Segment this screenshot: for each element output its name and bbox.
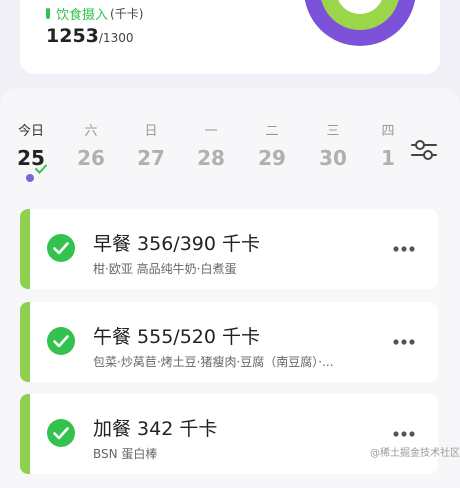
intake-value: 1253/1300: [46, 25, 133, 47]
day-29[interactable]: 二 29: [257, 120, 287, 170]
check-circle-icon: [47, 419, 75, 447]
date-number: 26: [77, 146, 105, 170]
day-27[interactable]: 日 27: [136, 120, 166, 170]
intake-summary-card[interactable]: 饮食摄入 (千卡) 1253/1300: [20, 0, 440, 74]
day-28[interactable]: 一 28: [196, 120, 226, 170]
meal-foods: 柑·欧亚 高品纯牛奶·白煮蛋: [93, 262, 237, 276]
more-options-icon[interactable]: [392, 430, 416, 438]
date-strip[interactable]: 今日 25 六 26 日 27 一 28 二 29 三 30 四 1: [0, 120, 400, 190]
meal-accent-bar: [20, 394, 30, 474]
checkmark-icon: [35, 164, 47, 174]
weekday-label: 三: [326, 124, 340, 139]
meal-accent-bar: [20, 209, 30, 289]
intake-total: /1300: [98, 31, 134, 45]
more-options-icon[interactable]: [392, 338, 416, 346]
date-number: 27: [137, 146, 165, 170]
date-number: 30: [319, 146, 347, 170]
day-30[interactable]: 三 30: [318, 120, 348, 170]
intake-current: 1253: [46, 25, 99, 47]
meal-title: 午餐 555/520 千卡: [93, 326, 261, 348]
settings-sliders-icon[interactable]: [408, 134, 440, 166]
meal-card-snack[interactable]: 加餐 342 千卡 BSN 蛋白棒: [20, 394, 438, 474]
intake-unit: (千卡): [110, 7, 144, 21]
intake-ring-chart: [304, 0, 416, 46]
meal-card-lunch[interactable]: 午餐 555/520 千卡 包菜·炒莴苣·烤土豆·猪瘦肉·豆腐（南豆腐）·...: [20, 302, 438, 382]
meal-title: 早餐 356/390 千卡: [93, 233, 261, 255]
meal-accent-bar: [20, 302, 30, 382]
watermark: @稀土掘金技术社区: [370, 448, 460, 459]
day-25[interactable]: 今日 25: [16, 120, 46, 170]
more-options-icon[interactable]: [392, 245, 416, 253]
meal-card-breakfast[interactable]: 早餐 356/390 千卡 柑·欧亚 高品纯牛奶·白煮蛋: [20, 209, 438, 289]
date-number: 29: [258, 146, 286, 170]
weekday-label: 六: [84, 124, 98, 139]
meal-foods: BSN 蛋白棒: [93, 447, 158, 461]
check-circle-icon: [47, 327, 75, 355]
meal-title: 加餐 342 千卡: [93, 418, 218, 440]
weekday-label: 今日: [17, 124, 44, 139]
weekday-label: 一: [204, 124, 218, 139]
intake-marker: [46, 8, 50, 19]
meal-foods: 包菜·炒莴苣·烤土豆·猪瘦肉·豆腐（南豆腐）·...: [93, 355, 334, 369]
weekday-label: 四: [381, 124, 395, 139]
weekday-label: 二: [265, 124, 279, 139]
date-number: 28: [197, 146, 225, 170]
date-number: 1: [381, 146, 395, 170]
check-circle-icon: [47, 234, 75, 262]
intake-label: 饮食摄入 (千卡): [46, 4, 143, 23]
intake-label-text: 饮食摄入: [56, 8, 109, 23]
day-1[interactable]: 四 1: [378, 120, 398, 170]
weekday-label: 日: [144, 124, 158, 139]
day-26[interactable]: 六 26: [76, 120, 106, 170]
today-dot: [26, 174, 34, 182]
